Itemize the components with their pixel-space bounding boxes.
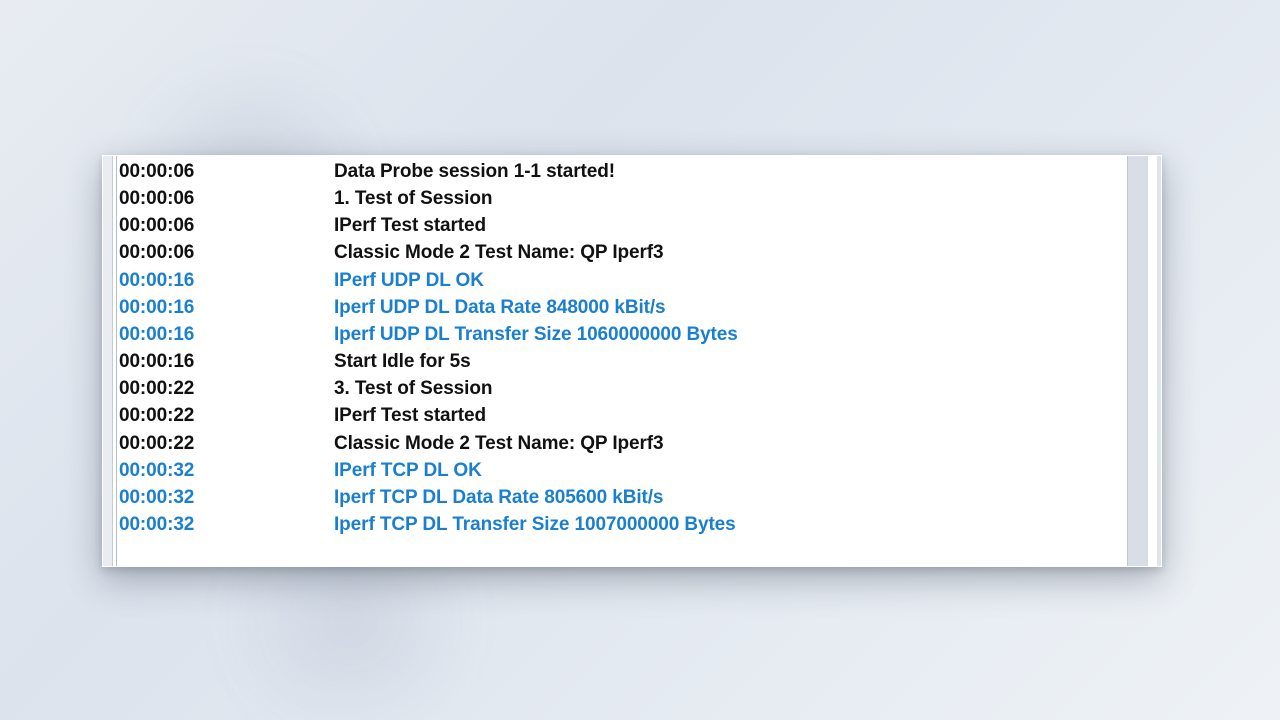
log-message: 3. Test of Session xyxy=(334,375,492,402)
log-message: 1. Test of Session xyxy=(334,185,492,212)
log-row: 00:00:22Classic Mode 2 Test Name: QP Ipe… xyxy=(117,430,1127,457)
log-timestamp: 00:00:32 xyxy=(119,511,334,538)
log-row[interactable]: 00:00:32Iperf TCP DL Transfer Size 10070… xyxy=(117,511,1127,538)
log-timestamp: 00:00:06 xyxy=(119,212,334,239)
log-message: Data Probe session 1-1 started! xyxy=(334,158,615,185)
panel-gutter-right xyxy=(1147,156,1157,566)
log-timestamp: 00:00:06 xyxy=(119,185,334,212)
panel-gutter-left xyxy=(103,156,113,566)
log-row: 00:00:16Start Idle for 5s xyxy=(117,348,1127,375)
log-row: 00:00:061. Test of Session xyxy=(117,185,1127,212)
panel-edge-right xyxy=(1157,156,1161,566)
vertical-scrollbar[interactable] xyxy=(1127,156,1147,566)
log-row[interactable]: 00:00:32IPerf TCP DL OK xyxy=(117,457,1127,484)
log-message: Classic Mode 2 Test Name: QP Iperf3 xyxy=(334,239,663,266)
log-timestamp: 00:00:16 xyxy=(119,321,334,348)
log-row: 00:00:06IPerf Test started xyxy=(117,212,1127,239)
log-timestamp: 00:00:32 xyxy=(119,457,334,484)
log-message: IPerf Test started xyxy=(334,212,486,239)
log-timestamp: 00:00:16 xyxy=(119,294,334,321)
log-row[interactable]: 00:00:16IPerf UDP DL OK xyxy=(117,267,1127,294)
log-panel: 00:00:06Data Probe session 1-1 started!0… xyxy=(102,155,1162,567)
log-timestamp: 00:00:22 xyxy=(119,375,334,402)
log-row[interactable]: 00:00:16Iperf UDP DL Data Rate 848000 kB… xyxy=(117,294,1127,321)
log-message: Start Idle for 5s xyxy=(334,348,471,375)
log-timestamp: 00:00:16 xyxy=(119,348,334,375)
log-list: 00:00:06Data Probe session 1-1 started!0… xyxy=(117,156,1127,566)
log-timestamp: 00:00:32 xyxy=(119,484,334,511)
log-timestamp: 00:00:22 xyxy=(119,402,334,429)
log-row: 00:00:22IPerf Test started xyxy=(117,402,1127,429)
log-message: Iperf TCP DL Transfer Size 1007000000 By… xyxy=(334,511,736,538)
log-message: IPerf UDP DL OK xyxy=(334,267,484,294)
log-message: IPerf Test started xyxy=(334,402,486,429)
log-message: Iperf UDP DL Transfer Size 1060000000 By… xyxy=(334,321,738,348)
log-message: Iperf UDP DL Data Rate 848000 kBit/s xyxy=(334,294,666,321)
log-row: 00:00:06Data Probe session 1-1 started! xyxy=(117,158,1127,185)
log-row[interactable]: 00:00:16Iperf UDP DL Transfer Size 10600… xyxy=(117,321,1127,348)
log-message: Iperf TCP DL Data Rate 805600 kBit/s xyxy=(334,484,663,511)
log-message: IPerf TCP DL OK xyxy=(334,457,482,484)
log-timestamp: 00:00:16 xyxy=(119,267,334,294)
log-timestamp: 00:00:06 xyxy=(119,158,334,185)
log-timestamp: 00:00:06 xyxy=(119,239,334,266)
log-timestamp: 00:00:22 xyxy=(119,430,334,457)
log-message: Classic Mode 2 Test Name: QP Iperf3 xyxy=(334,430,663,457)
log-row: 00:00:06Classic Mode 2 Test Name: QP Ipe… xyxy=(117,239,1127,266)
log-row: 00:00:223. Test of Session xyxy=(117,375,1127,402)
log-row[interactable]: 00:00:32Iperf TCP DL Data Rate 805600 kB… xyxy=(117,484,1127,511)
